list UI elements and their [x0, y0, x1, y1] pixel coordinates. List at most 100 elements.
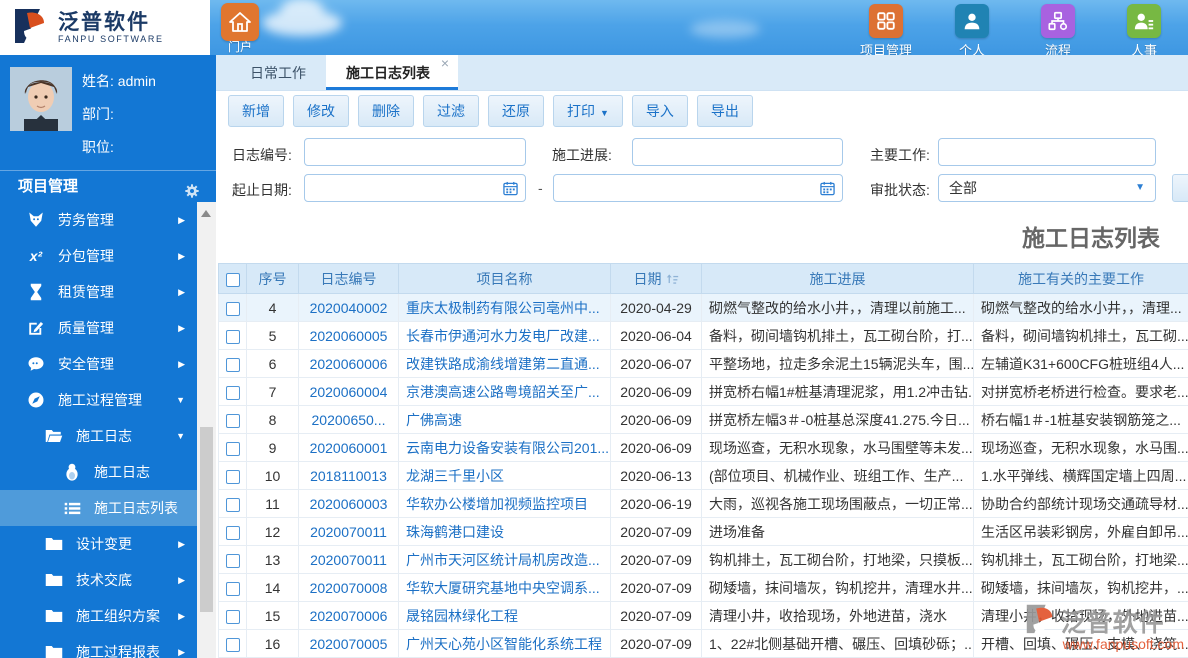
column-header-日期[interactable]: 日期 [611, 264, 702, 294]
project-link[interactable]: 京港澳高速公路粤境韶关至广... [406, 384, 600, 400]
table-row[interactable]: 62020060006改建铁路成渝线增建第二直通...2020-06-07平整场… [219, 350, 1188, 378]
row-checkbox[interactable] [226, 330, 240, 344]
删除-button[interactable]: 删除 [358, 95, 414, 127]
project-link[interactable]: 改建铁路成渝线增建第二直通... [406, 356, 600, 372]
project-link[interactable]: 广佛高速 [406, 412, 462, 428]
scrollbar-thumb[interactable] [200, 427, 213, 612]
log-no-link[interactable]: 2020070008 [310, 580, 388, 596]
project-link[interactable]: 长春市伊通河水力发电厂改建... [406, 328, 600, 344]
table-row[interactable]: 122020070011珠海鹤港口建设2020-07-09进场准备生活区吊装彩钢… [219, 518, 1188, 546]
table-row[interactable]: 102018110013龙湖三千里小区2020-06-13(部位项目、机械作业、… [219, 462, 1188, 490]
table-row[interactable]: 132020070011广州市天河区统计局机房改造...2020-07-09钩机… [219, 546, 1188, 574]
row-checkbox[interactable] [226, 526, 240, 540]
log-no-link[interactable]: 2020070006 [310, 608, 388, 624]
table-row[interactable]: 52020060005长春市伊通河水力发电厂改建...2020-06-04备料，… [219, 322, 1188, 350]
close-icon[interactable]: × [441, 55, 449, 71]
导出-button[interactable]: 导出 [697, 95, 753, 127]
sidebar-item-质量管理[interactable]: 质量管理▶ [0, 310, 197, 346]
log-no-link[interactable]: 20200650... [312, 412, 386, 428]
project-link[interactable]: 华软办公楼增加视频监控项目 [406, 496, 588, 512]
calendar-icon[interactable] [503, 181, 518, 199]
table-row[interactable]: 820200650...广佛高速2020-06-09拼宽桥左幅3＃-0桩基总深度… [219, 406, 1188, 434]
sidebar-item-施工日志列表[interactable]: 施工日志列表 [0, 490, 197, 526]
main-work-cell: 备料，砌间墙钩机排土，瓦工砌... [974, 322, 1188, 350]
修改-button[interactable]: 修改 [293, 95, 349, 127]
row-checkbox[interactable] [226, 498, 240, 512]
sidebar-item-分包管理[interactable]: x²分包管理▶ [0, 238, 197, 274]
end-date-input[interactable] [553, 174, 843, 202]
calendar-icon[interactable] [820, 181, 835, 199]
table-row[interactable]: 72020060004京港澳高速公路粤境韶关至广...2020-06-09拼宽桥… [219, 378, 1188, 406]
sidebar-item-施工过程报表[interactable]: 施工过程报表▶ [0, 634, 197, 658]
top-header: 泛普软件 FANPU SOFTWARE 门户 项目管理个人流程人事 [0, 0, 1188, 55]
log-no-input[interactable] [304, 138, 526, 166]
新增-button[interactable]: 新增 [228, 95, 284, 127]
过滤-button[interactable]: 过滤 [423, 95, 479, 127]
project-link[interactable]: 华软大厦研究基地中央空调系... [406, 580, 600, 596]
status-select[interactable]: 全部 ▼ [938, 174, 1156, 202]
main-content: 日常工作施工日志列表× 新增修改删除过滤还原打印▼导入导出 日志编号: 施工进展… [216, 55, 1188, 658]
project-link[interactable]: 珠海鹤港口建设 [406, 524, 504, 540]
table-row[interactable]: 152020070006晟铭园林绿化工程2020-07-09清理小井，收拾现场，… [219, 602, 1188, 630]
sidebar-item-施工过程管理[interactable]: 施工过程管理▼ [0, 382, 197, 418]
start-date-input[interactable] [304, 174, 526, 202]
log-no-link[interactable]: 2020070011 [310, 552, 387, 568]
table-row[interactable]: 142020070008华软大厦研究基地中央空调系...2020-07-09砌矮… [219, 574, 1188, 602]
log-no-link[interactable]: 2020040002 [310, 300, 388, 316]
log-no-link[interactable]: 2020060004 [310, 384, 388, 400]
sidebar: 姓名: admin 部门: 职位: 项目管理 劳务管理▶x²分包管理▶租赁管理▶… [0, 55, 216, 658]
main-work-input[interactable] [938, 138, 1156, 166]
project-link[interactable]: 云南电力设备安装有限公司201... [406, 440, 609, 456]
search-button[interactable] [1172, 174, 1188, 202]
row-checkbox[interactable] [226, 302, 240, 316]
sidebar-item-设计变更[interactable]: 设计变更▶ [0, 526, 197, 562]
nav-item-portal[interactable]: 门户 [218, 3, 262, 55]
log-no-link[interactable]: 2020070011 [310, 524, 387, 540]
project-link[interactable]: 广州天心苑小区智能化系统工程 [406, 636, 602, 652]
打印-button[interactable]: 打印▼ [553, 95, 623, 127]
table-row[interactable]: 42020040002重庆太极制药有限公司亳州中...2020-04-29砌燃气… [219, 294, 1188, 322]
log-no-link[interactable]: 2018110013 [310, 468, 387, 484]
sidebar-section-label: 项目管理 [18, 178, 78, 195]
log-no-link[interactable]: 2020060003 [310, 496, 388, 512]
sidebar-item-安全管理[interactable]: 安全管理▶ [0, 346, 197, 382]
table-row[interactable]: 92020060001云南电力设备安装有限公司201...2020-06-09现… [219, 434, 1188, 462]
project-link[interactable]: 晟铭园林绿化工程 [406, 608, 518, 624]
log-no-link[interactable]: 2020060006 [310, 356, 388, 372]
sidebar-item-租赁管理[interactable]: 租赁管理▶ [0, 274, 197, 310]
导入-button[interactable]: 导入 [632, 95, 688, 127]
sidebar-item-施工组织方案[interactable]: 施工组织方案▶ [0, 598, 197, 634]
project-link[interactable]: 广州市天河区统计局机房改造... [406, 552, 600, 568]
row-checkbox[interactable] [226, 638, 240, 652]
nav-item-flow[interactable]: 流程 [1026, 4, 1090, 59]
row-checkbox[interactable] [226, 554, 240, 568]
scroll-up-arrow-icon[interactable] [201, 210, 211, 217]
nav-item-people[interactable]: 人事 [1112, 4, 1176, 59]
sidebar-item-施工日志[interactable]: 施工日志▼ [0, 418, 197, 454]
row-checkbox[interactable] [226, 442, 240, 456]
project-link[interactable]: 龙湖三千里小区 [406, 468, 504, 484]
log-no-link[interactable]: 2020060005 [310, 328, 388, 344]
progress-input[interactable] [632, 138, 843, 166]
row-checkbox[interactable] [226, 610, 240, 624]
tab-施工日志列表[interactable]: 施工日志列表× [326, 55, 458, 90]
sidebar-scrollbar[interactable] [197, 202, 216, 658]
table-row[interactable]: 162020070005广州天心苑小区智能化系统工程2020-07-091、22… [219, 630, 1188, 658]
sidebar-item-劳务管理[interactable]: 劳务管理▶ [0, 202, 197, 238]
table-row[interactable]: 112020060003华软办公楼增加视频监控项目2020-06-19大雨，巡视… [219, 490, 1188, 518]
row-checkbox[interactable] [226, 358, 240, 372]
project-link[interactable]: 重庆太极制药有限公司亳州中... [406, 300, 600, 316]
tab-日常工作[interactable]: 日常工作 [230, 55, 326, 90]
sidebar-item-技术交底[interactable]: 技术交底▶ [0, 562, 197, 598]
row-checkbox[interactable] [226, 470, 240, 484]
sidebar-item-施工日志[interactable]: 施工日志 [0, 454, 197, 490]
log-no-link[interactable]: 2020060001 [310, 440, 388, 456]
还原-button[interactable]: 还原 [488, 95, 544, 127]
row-checkbox[interactable] [226, 386, 240, 400]
select-all-checkbox[interactable] [226, 273, 240, 287]
row-checkbox[interactable] [226, 582, 240, 596]
log-no-link[interactable]: 2020070005 [310, 636, 388, 652]
nav-item-grid[interactable]: 项目管理 [854, 4, 918, 59]
row-checkbox[interactable] [226, 414, 240, 428]
nav-item-person[interactable]: 个人 [940, 4, 1004, 59]
